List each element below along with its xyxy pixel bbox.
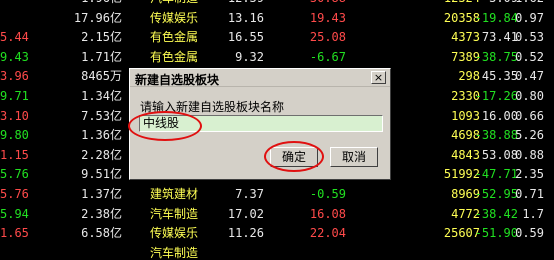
table-cell-c7: 2.35: [515, 167, 544, 182]
table-cell-c0: 5.76: [0, 167, 29, 182]
table-cell-c0: 9.43: [0, 49, 29, 64]
table-row[interactable]: 9.43 1.71亿 有色金属 9.32 -6.67 7389 -38.75 0.52: [0, 48, 554, 68]
table-cell-c1: 7.53亿: [81, 108, 122, 123]
table-cell-c1: 6.58亿: [81, 226, 122, 241]
block-name-input[interactable]: 中线股: [139, 115, 383, 132]
table-cell-c4: 25.08: [309, 30, 346, 45]
table-cell-c7: 0.71: [515, 186, 544, 201]
table-cell-c3: 9.32: [235, 49, 264, 64]
table-cell-c3: 11.26: [227, 226, 264, 241]
table-cell-c2: 汽车制造: [150, 206, 199, 221]
table-cell-c1: 1.36亿: [81, 128, 122, 143]
table-cell-c2: 有色金属: [150, 49, 199, 64]
table-cell-c7: 5.26: [515, 128, 544, 143]
table-row[interactable]: 17.96亿 传媒娱乐 13.16 19.43 20358 -19.84 0.97: [0, 9, 554, 29]
table-cell-c4: 30.88: [296, 0, 346, 9]
table-cell-c0: 5.76: [0, 186, 29, 201]
table-cell-c0: 1.15: [0, 147, 29, 162]
table-cell-c1: 17.96亿: [73, 10, 122, 25]
table-cell-c0: 3.10: [0, 108, 29, 123]
table-cell-c4: 22.04: [309, 226, 346, 241]
table-cell-c3: 12.39: [214, 0, 264, 9]
table-cell-c1: 2.38亿: [81, 206, 122, 221]
table-cell-c7: 0.59: [515, 226, 544, 241]
table-cell-c0: 1.65: [0, 226, 29, 241]
table-cell-c7: 0.47: [515, 69, 544, 84]
table-cell-c7: 0.80: [515, 88, 544, 103]
table-row[interactable]: 5.76 1.37亿 建筑建材 7.37 -0.59 8969 -52.95 0.71: [0, 185, 554, 205]
table-cell-c7: 0.88: [515, 147, 544, 162]
table-cell-c7: 0.66: [515, 108, 544, 123]
table-cell-c4: 19.43: [309, 10, 346, 25]
dialog-title: 新建自选股板块: [135, 73, 220, 87]
table-cell-c7: 0.97: [515, 10, 544, 25]
table-cell-c4: -0.59: [309, 186, 346, 201]
table-cell-c7: 1.62: [500, 0, 544, 9]
table-cell-c4: 16.08: [309, 206, 346, 221]
table-cell-c7: 0.52: [515, 49, 544, 64]
table-cell-c0: 9.80: [0, 128, 29, 143]
table-cell-c1: 2.28亿: [81, 147, 122, 162]
table-row[interactable]: 5.94 2.38亿 汽车制造 17.02 16.08 4772 -38.42 1.7: [0, 205, 554, 225]
close-button[interactable]: ×: [371, 71, 386, 84]
table-cell-c1: 2.15亿: [81, 30, 122, 45]
table-row[interactable]: 1.65 6.58亿 传媒娱乐 11.26 22.04 25607 -51.90 0.59: [0, 224, 554, 244]
table-cell-c0: 5.44: [0, 30, 29, 45]
table-cell-c1: 8465万: [81, 69, 122, 84]
table-cell-c3: 16.55: [227, 30, 264, 45]
table-cell-c1: 1.34亿: [81, 88, 122, 103]
table-cell-c1: 1.37亿: [81, 186, 122, 201]
table-cell-c1: 9.51亿: [81, 167, 122, 182]
table-cell-c2: 汽车制造: [150, 245, 199, 260]
table-row[interactable]: 1.96亿汽车制造12.3930.88123243.091.62: [0, 0, 554, 9]
table-cell-c0: 5.94: [0, 206, 29, 221]
close-icon: ×: [373, 71, 384, 84]
table-cell-c2: 建筑建材: [150, 186, 199, 201]
table-row[interactable]: 5.44 2.15亿 有色金属 16.55 25.08 4373 73.41 0.53: [0, 28, 554, 48]
table-cell-c0: 3.96: [0, 69, 29, 84]
table-cell-c2: 有色金属: [150, 30, 199, 45]
table-cell-c3: 7.37: [235, 186, 264, 201]
ok-button[interactable]: 确定: [270, 147, 318, 167]
table-cell-c2: 传媒娱乐: [150, 10, 199, 25]
table-cell-c3: 17.02: [227, 206, 264, 221]
table-cell-c1: 1.96亿: [56, 0, 122, 9]
table-cell-c7: 1.7: [522, 206, 544, 221]
table-cell-c2: 汽车制造: [150, 0, 210, 9]
dialog-prompt: 请输入新建自选股板块名称: [140, 100, 285, 114]
table-cell-c7: 0.53: [515, 30, 544, 45]
dialog-title-bar[interactable]: 新建自选股板块 ×: [130, 69, 390, 87]
table-cell-c4: -6.67: [309, 49, 346, 64]
table-cell-c1: 1.71亿: [81, 49, 122, 64]
table-row[interactable]: 汽车制造: [0, 244, 554, 260]
new-watchlist-dialog: 新建自选股板块 × 请输入新建自选股板块名称 中线股 确定 取消: [129, 68, 391, 180]
cancel-button[interactable]: 取消: [330, 147, 378, 167]
table-cell-c2: 传媒娱乐: [150, 226, 199, 241]
table-cell-c0: 9.71: [0, 88, 29, 103]
table-cell-c3: 13.16: [227, 10, 264, 25]
